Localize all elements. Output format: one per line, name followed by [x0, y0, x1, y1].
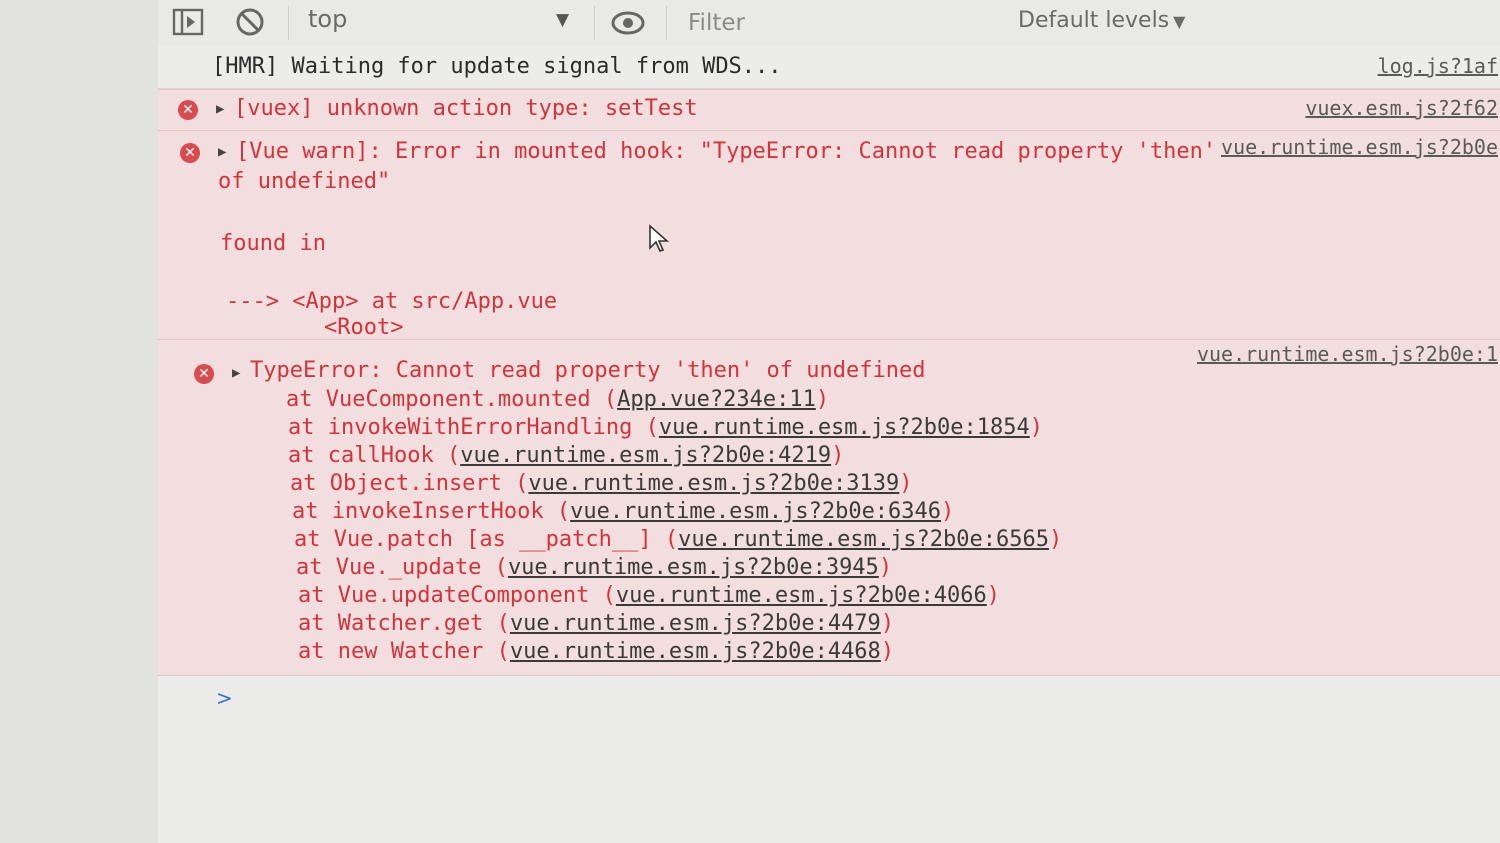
log-levels-dropdown[interactable]: Default levels ▼ [1018, 8, 1185, 33]
stack-frame-link[interactable]: vue.runtime.esm.js?2b0e:3139 [528, 471, 899, 496]
stack-frame-link[interactable]: vue.runtime.esm.js?2b0e:1854 [659, 415, 1030, 440]
error-text: <Root> [324, 315, 404, 340]
stack-frame-link[interactable]: vue.runtime.esm.js?2b0e:6346 [570, 499, 941, 524]
stack-frame: at Object.insert (vue.runtime.esm.js?2b0… [290, 471, 913, 496]
log-text: [HMR] Waiting for update signal from WDS… [212, 54, 782, 79]
error-text: found in [220, 231, 326, 256]
source-link[interactable]: vue.runtime.esm.js?2b0e:1 [1197, 342, 1498, 366]
stack-frame: at Vue.updateComponent (vue.runtime.esm.… [298, 583, 1001, 608]
error-text: TypeError: Cannot read property 'then' o… [250, 358, 926, 383]
stack-frame: at Watcher.get (vue.runtime.esm.js?2b0e:… [298, 611, 895, 636]
stack-frame: at new Watcher (vue.runtime.esm.js?2b0e:… [298, 639, 895, 664]
stack-frame-link[interactable]: vue.runtime.esm.js?2b0e:4479 [510, 611, 881, 636]
chevron-down-icon[interactable]: ▼ [556, 10, 569, 30]
error-message[interactable]: ✕ ▶ TypeError: Cannot read property 'the… [158, 339, 1500, 676]
stack-frame-link[interactable]: vue.runtime.esm.js?2b0e:3945 [508, 555, 879, 580]
context-selector[interactable]: top [308, 5, 347, 33]
log-levels-label: Default levels [1018, 8, 1170, 33]
console-panel: top ▼ Default levels▼ [HMR] Waiting for … [158, 0, 1500, 843]
stack-frame-link[interactable]: App.vue?234e:11 [617, 387, 816, 412]
toolbar-divider [594, 6, 595, 40]
console-toolbar: top ▼ Default levels▼ [158, 0, 1500, 47]
error-icon: ✕ [178, 100, 198, 120]
left-gutter [0, 0, 159, 843]
error-icon: ✕ [180, 143, 200, 163]
stack-frame-link[interactable]: vue.runtime.esm.js?2b0e:4468 [510, 639, 881, 664]
stack-frame-link[interactable]: vue.runtime.esm.js?2b0e:4219 [460, 443, 831, 468]
expand-triangle-icon[interactable]: ▶ [218, 144, 226, 160]
clear-console-icon[interactable] [234, 6, 266, 38]
filter-input[interactable] [678, 6, 998, 40]
stack-frame-link[interactable]: vue.runtime.esm.js?2b0e:6565 [678, 527, 1049, 552]
sidebar-toggle-icon[interactable] [172, 6, 204, 38]
stack-frame: at Vue.patch [as __patch__] (vue.runtime… [294, 527, 1063, 552]
eye-icon[interactable] [610, 8, 646, 38]
stack-frame: at Vue._update (vue.runtime.esm.js?2b0e:… [296, 555, 893, 580]
error-message[interactable]: ✕ ▶ [Vue warn]: Error in mounted hook: "… [158, 130, 1500, 340]
stack-frame: at callHook (vue.runtime.esm.js?2b0e:421… [288, 443, 845, 468]
expand-triangle-icon[interactable]: ▶ [232, 365, 240, 381]
console-input[interactable] [248, 684, 1252, 716]
error-text: [vuex] unknown action type: setTest [234, 96, 698, 121]
source-link[interactable]: log.js?1af [1378, 54, 1498, 78]
log-message: [HMR] Waiting for update signal from WDS… [158, 46, 1500, 89]
error-icon: ✕ [194, 364, 214, 384]
chevron-down-icon: ▼ [1173, 12, 1186, 31]
error-text: of undefined" [218, 169, 391, 194]
toolbar-divider [666, 6, 667, 40]
stack-frame: at VueComponent.mounted (App.vue?234e:11… [286, 387, 830, 412]
source-link[interactable]: vue.runtime.esm.js?2b0e [1221, 135, 1498, 159]
stack-frame: at invokeWithErrorHandling (vue.runtime.… [288, 415, 1043, 440]
stack-frame-link[interactable]: vue.runtime.esm.js?2b0e:4066 [616, 583, 987, 608]
error-text: [Vue warn]: Error in mounted hook: "Type… [236, 139, 1217, 164]
stack-frame: at invokeInsertHook (vue.runtime.esm.js?… [292, 499, 955, 524]
console-prompt-icon: > [216, 686, 233, 710]
toolbar-divider [288, 6, 289, 40]
error-text: ---> <App> at src/App.vue [226, 289, 558, 314]
source-link[interactable]: vuex.esm.js?2f62 [1305, 96, 1498, 120]
expand-triangle-icon[interactable]: ▶ [216, 101, 224, 117]
mouse-cursor-icon [648, 224, 670, 254]
error-message[interactable]: ✕ ▶ [vuex] unknown action type: setTest … [158, 89, 1500, 131]
